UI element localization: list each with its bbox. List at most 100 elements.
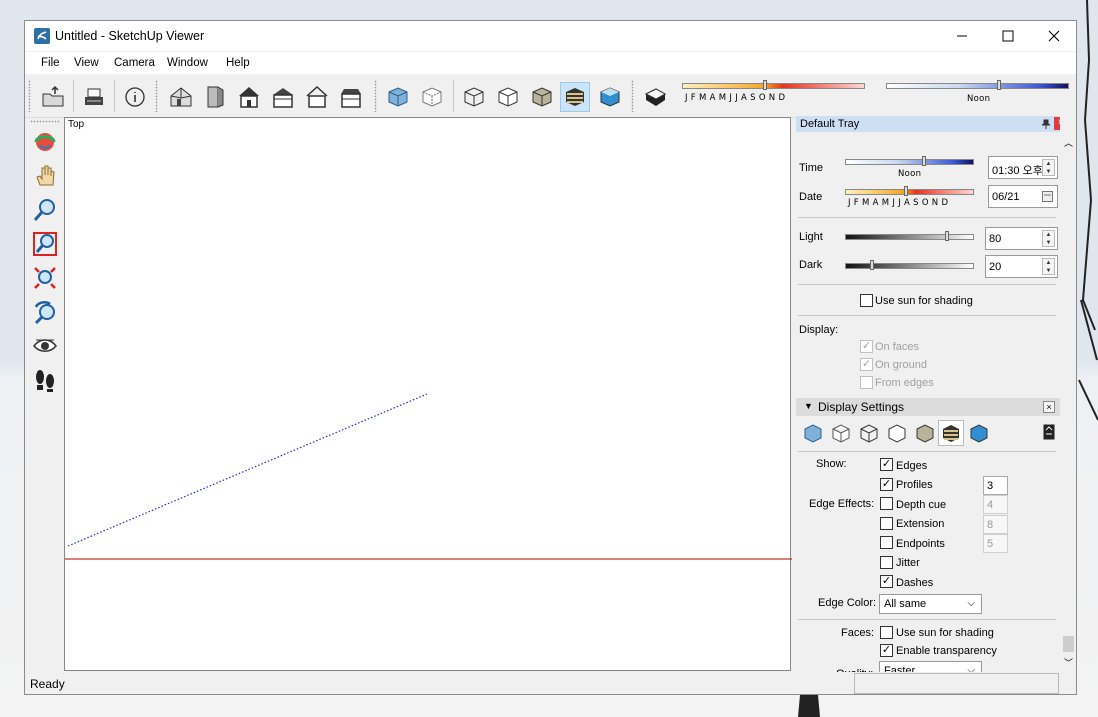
minimize-button[interactable] (939, 21, 985, 51)
shaded-textures-small-button[interactable] (938, 420, 964, 446)
depth-cue-checkbox[interactable] (880, 497, 893, 510)
hidden-line-small-icon[interactable] (886, 422, 908, 444)
use-sun-shading-checkbox[interactable] (860, 294, 873, 307)
measurements-box[interactable] (854, 673, 1059, 694)
dark-slider[interactable] (845, 263, 974, 269)
dark-spinner-arrows[interactable]: ▲ ▼ (1042, 258, 1055, 275)
enable-transparency-checkbox[interactable]: ✓ (880, 644, 893, 657)
front-view-icon[interactable] (200, 82, 230, 112)
menu-camera[interactable]: Camera (114, 57, 155, 69)
zoom-extents-icon[interactable] (31, 264, 59, 292)
toolbar-time-slider[interactable] (886, 83, 1069, 89)
toolbar-grip[interactable] (374, 80, 377, 112)
time-input[interactable]: 01:30 오후 ▲ ▼ (988, 156, 1058, 179)
on-ground-checkbox[interactable]: ✓ (860, 358, 873, 371)
light-spinner-arrows[interactable]: ▲ ▼ (1042, 230, 1055, 247)
shaded-textures-style-icon[interactable] (560, 82, 590, 112)
faces-use-sun-checkbox[interactable] (880, 626, 893, 639)
menu-help[interactable]: Help (226, 57, 250, 69)
edges-checkbox[interactable]: ✓ (880, 458, 893, 471)
calendar-icon[interactable] (1042, 191, 1053, 202)
xray-style-icon[interactable] (383, 82, 413, 112)
toolbar-grip[interactable] (631, 80, 634, 112)
profiles-width-input[interactable]: 3 (983, 476, 1008, 495)
right-view-icon[interactable] (268, 82, 298, 112)
iso-view-icon[interactable] (166, 82, 196, 112)
dark-input[interactable]: 20 ▲ ▼ (985, 255, 1058, 278)
scroll-up-icon[interactable]: ︿ (1064, 136, 1073, 149)
toolbar-date-slider[interactable] (682, 83, 865, 89)
depth-cue-input[interactable]: 4 (983, 495, 1008, 514)
profiles-checkbox[interactable]: ✓ (880, 478, 893, 491)
date-slider-thumb[interactable] (904, 186, 908, 196)
look-around-icon[interactable] (31, 332, 59, 360)
open-file-icon[interactable] (38, 82, 68, 112)
toolbar-grip[interactable] (28, 80, 31, 112)
display-settings-close-button[interactable]: × (1043, 401, 1055, 413)
time-slider[interactable] (845, 159, 974, 165)
hidden-line-style-icon[interactable] (493, 82, 523, 112)
jitter-label: Jitter (896, 557, 920, 569)
scroll-down-icon[interactable]: ﹀ (1064, 656, 1073, 669)
light-slider[interactable] (845, 234, 974, 240)
menu-window[interactable]: Window (167, 57, 208, 69)
jitter-checkbox[interactable] (880, 556, 893, 569)
pan-tool-icon[interactable] (31, 162, 59, 190)
shadows-toggle-icon[interactable] (641, 82, 671, 112)
orbit-tool-icon[interactable] (31, 128, 59, 156)
tray-scrollbar[interactable]: ︿ ﹀ (1060, 116, 1076, 672)
dashes-checkbox[interactable]: ✓ (880, 575, 893, 588)
use-sun-shading-label: Use sun for shading (875, 295, 973, 307)
pin-icon[interactable] (1041, 119, 1051, 129)
time-spinner-arrows[interactable]: ▲ ▼ (1042, 159, 1055, 176)
toolbar-separator (453, 80, 454, 112)
previous-view-icon[interactable] (31, 298, 59, 326)
print-icon[interactable] (79, 82, 109, 112)
extension-input[interactable]: 8 (983, 515, 1008, 534)
toolbar-grip[interactable] (155, 80, 158, 112)
3d-viewport[interactable]: Top (64, 117, 792, 671)
menu-view[interactable]: View (74, 57, 99, 69)
back-edges-style-icon[interactable] (417, 82, 447, 112)
toolbar-time-slider-thumb[interactable] (997, 80, 1001, 90)
top-view-icon[interactable] (234, 82, 264, 112)
on-faces-checkbox[interactable]: ✓ (860, 340, 873, 353)
scroll-thumb[interactable] (1063, 636, 1074, 652)
expand-panel-icon[interactable] (1043, 424, 1055, 440)
light-value: 80 (989, 233, 1002, 245)
endpoints-input[interactable]: 5 (983, 534, 1008, 553)
toolbar-date-slider-thumb[interactable] (763, 80, 767, 90)
model-info-icon[interactable] (120, 82, 150, 112)
zoom-tool-icon[interactable] (31, 196, 59, 224)
close-button[interactable] (1031, 21, 1076, 51)
menu-file[interactable]: File (41, 57, 60, 69)
shaded-style-icon[interactable] (527, 82, 557, 112)
date-slider[interactable] (845, 189, 974, 195)
extension-checkbox[interactable] (880, 517, 893, 530)
endpoints-checkbox[interactable] (880, 536, 893, 549)
back-view-icon[interactable] (302, 82, 332, 112)
divider (798, 315, 1056, 316)
light-slider-thumb[interactable] (945, 231, 949, 241)
collapse-triangle-icon[interactable]: ▼ (804, 401, 813, 411)
back-edges-small-icon[interactable] (830, 422, 852, 444)
monochrome-style-icon[interactable] (595, 82, 625, 112)
wireframe-style-icon[interactable] (459, 82, 489, 112)
xray-style-small-icon[interactable] (802, 422, 824, 444)
faces-use-sun-label: Use sun for shading (896, 627, 994, 639)
light-input[interactable]: 80 ▲ ▼ (985, 227, 1058, 250)
from-edges-checkbox[interactable] (860, 376, 873, 389)
zoom-window-icon[interactable] (31, 230, 59, 258)
display-settings-header[interactable]: ▼ Display Settings × (796, 398, 1060, 416)
left-view-icon[interactable] (336, 82, 366, 112)
shaded-small-icon[interactable] (914, 422, 936, 444)
toolbar-grip[interactable] (30, 120, 60, 123)
date-input[interactable]: 06/21 (988, 185, 1058, 208)
wireframe-small-icon[interactable] (858, 422, 880, 444)
monochrome-small-icon[interactable] (968, 422, 990, 444)
walk-tool-icon[interactable] (31, 366, 59, 394)
dark-slider-thumb[interactable] (870, 260, 874, 270)
time-slider-thumb[interactable] (922, 156, 926, 166)
maximize-button[interactable] (985, 21, 1031, 51)
edge-color-select[interactable]: All same ⌵ (879, 594, 982, 614)
